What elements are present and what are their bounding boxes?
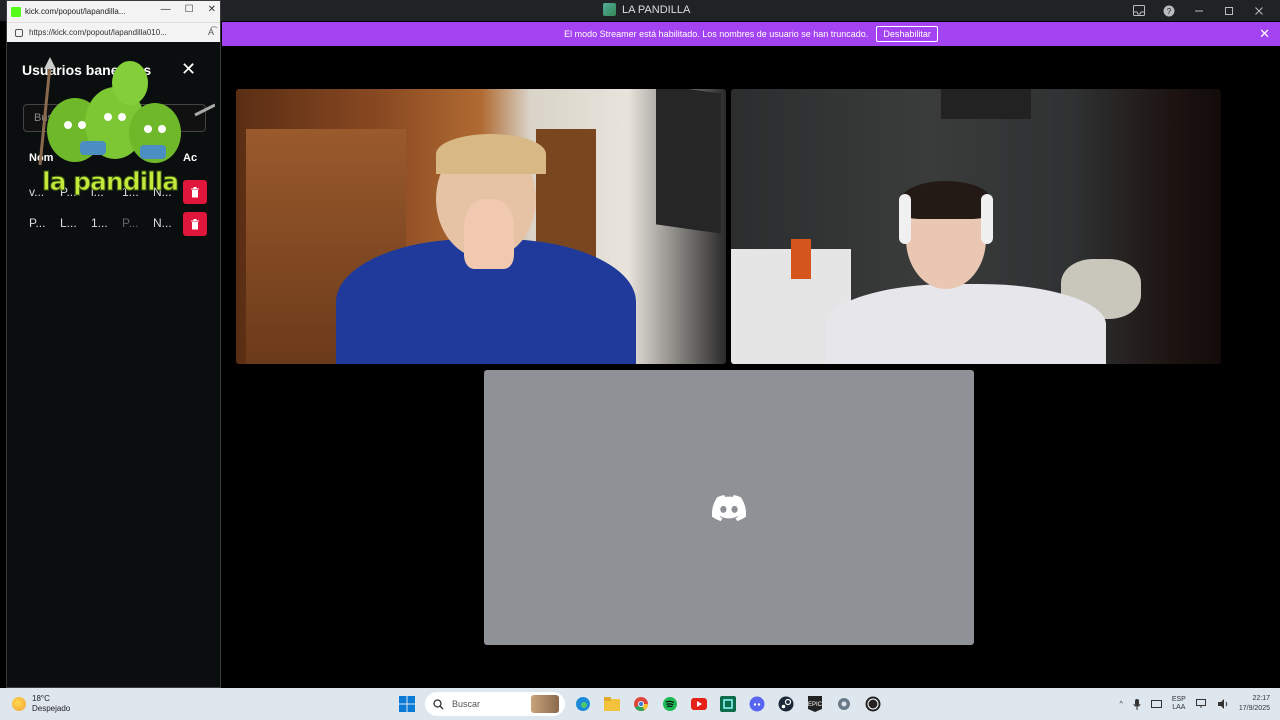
address-bar[interactable]: https://kick.com/popout/lapandilla010...… [7,22,220,42]
obs-icon[interactable] [862,693,884,715]
weather-widget[interactable]: 18°C Despejado [12,694,70,714]
microphone-icon[interactable] [1133,698,1141,710]
chrome-icon[interactable] [630,693,652,715]
discord-logo-icon [712,494,746,521]
inbox-icon[interactable] [1126,2,1152,19]
video-tile-user-2[interactable] [731,89,1221,364]
person-1-hands [464,199,514,269]
streamer-mode-message: El modo Streamer está habilitado. Los no… [564,29,869,39]
headset-right [981,194,993,244]
table-row: P... L... 1... P... N... [29,216,184,230]
table-cell: 1... [91,216,108,230]
spotify-icon[interactable] [659,693,681,715]
system-tray: ^ ESP LAA 22:17 17/9/2025 [1120,694,1270,714]
goblins-illustration [38,57,216,166]
poster [941,89,1031,119]
language-indicator[interactable]: ESP LAA [1172,696,1186,712]
table-cell: P... [122,216,139,230]
tv-screen [656,89,721,234]
table-cell: L... [60,216,77,230]
file-explorer-icon[interactable] [601,693,623,715]
person-2-body [826,284,1106,364]
weather-temp: 18°C [32,694,50,703]
popout-tab-title: kick.com/popout/lapandilla... [25,7,126,16]
popout-title-bar: kick.com/popout/lapandilla... — ☐ ✕ [7,1,220,22]
server-title: LA PANDILLA [603,3,690,16]
address-url: https://kick.com/popout/lapandilla010... [29,28,167,37]
pillow [791,239,811,279]
streamer-mode-banner: El modo Streamer está habilitado. Los no… [222,22,1280,46]
weather-desc: Despejado [32,704,71,713]
disable-streamer-mode-button[interactable]: Deshabilitar [876,26,938,42]
settings-gear-icon[interactable] [833,693,855,715]
language-code: ESP [1171,696,1186,703]
taskbar-apps: Buscar EPIC [396,692,884,716]
clock[interactable]: 22:17 17/9/2025 [1239,694,1270,714]
windows-start-icon[interactable] [396,693,418,715]
svg-text:?: ? [1167,7,1172,16]
sticker-text: la pandilla [41,167,179,197]
person-1-hair [436,134,546,174]
server-icon [603,3,616,16]
maximize-icon[interactable] [1216,2,1242,19]
kick-icon [11,6,21,17]
taskbar-search-placeholder: Buscar [452,699,481,709]
epic-games-icon[interactable]: EPIC [804,693,826,715]
server-title-text: LA PANDILLA [622,3,691,16]
app-green-icon[interactable] [717,693,739,715]
person-2-hair [901,181,991,219]
la-pandilla-sticker: la pandilla [20,45,216,200]
discord-icon[interactable] [746,693,768,715]
svg-text:EPIC: EPIC [808,702,822,708]
read-aloud-icon[interactable]: A͡ [208,27,214,37]
trash-icon [191,218,199,229]
volume-icon[interactable] [1217,699,1229,709]
language-layout: LAA [1172,704,1186,711]
chevron-up-icon[interactable]: ^ [1120,701,1123,708]
close-window-icon[interactable] [1246,2,1272,19]
search-highlight-image [531,695,559,713]
steam-icon[interactable] [775,693,797,715]
table-cell: N... [153,216,172,230]
moon-weather-icon [12,697,26,711]
taskbar: 18°C Despejado Buscar EPIC ^ ESP LAA 22:… [0,688,1280,720]
taskbar-search[interactable]: Buscar [425,692,565,716]
lock-icon [15,28,23,37]
minimize-icon[interactable] [1186,2,1212,19]
video-tile-user-1[interactable] [236,89,726,364]
maximize-icon[interactable]: ☐ [185,4,194,15]
minimize-icon[interactable]: — [161,4,171,15]
close-window-icon[interactable]: ✕ [208,4,216,15]
unban-button[interactable] [183,212,207,236]
clock-time: 22:17 [1252,695,1270,702]
search-icon [433,698,444,709]
edge-icon[interactable] [572,693,594,715]
table-cell: P... [29,216,46,230]
youtube-icon[interactable] [688,693,710,715]
headset-left [899,194,911,244]
clock-date: 17/9/2025 [1238,705,1270,712]
monitor-icon[interactable] [1150,699,1162,709]
video-tile-user-3[interactable] [484,370,974,645]
help-icon[interactable]: ? [1156,2,1182,19]
network-icon[interactable] [1195,699,1208,709]
close-banner-icon[interactable]: ✕ [1259,27,1270,40]
